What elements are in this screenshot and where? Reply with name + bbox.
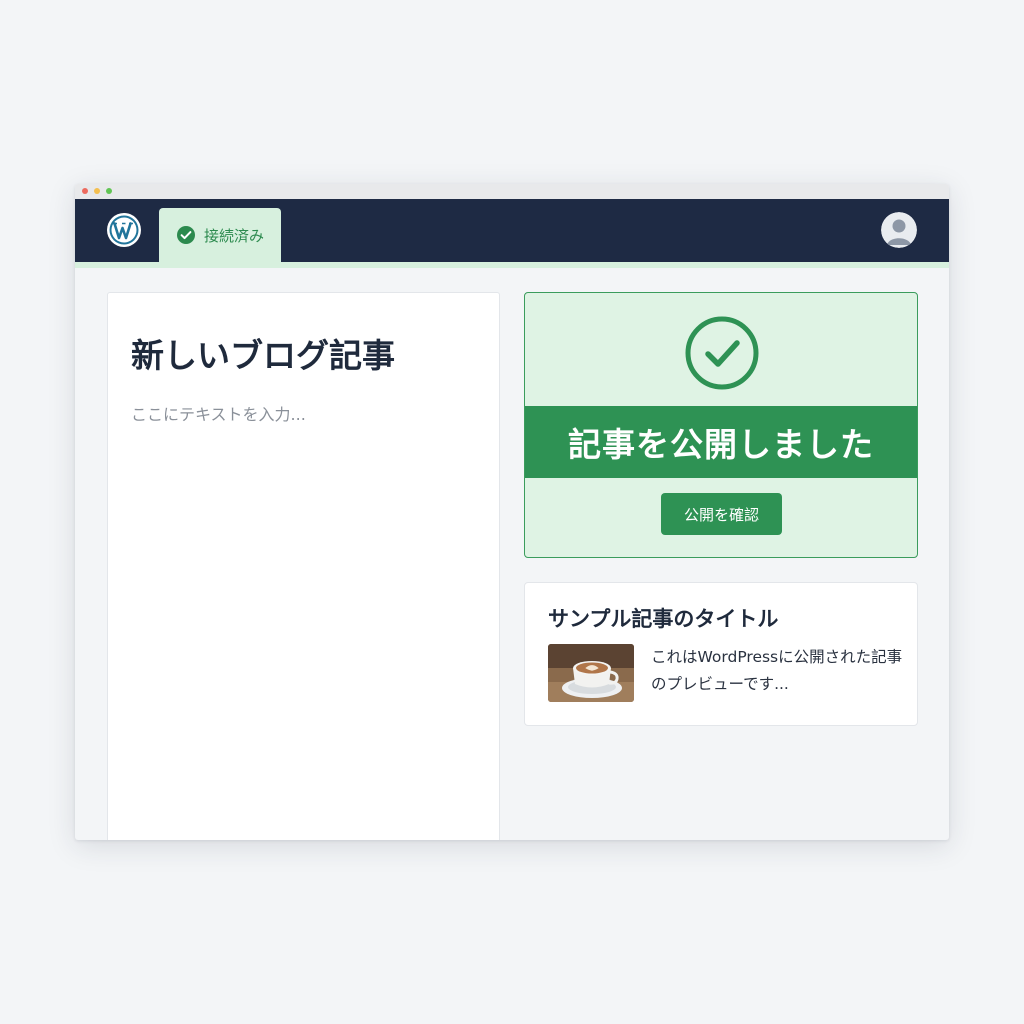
window-chrome [75, 184, 949, 199]
check-circle-icon [685, 316, 759, 390]
close-window-button[interactable] [82, 188, 88, 194]
latte-coffee-cup-image [548, 644, 634, 702]
publish-success-banner: 記事を公開しました [525, 406, 917, 478]
post-preview-title[interactable]: サンプル記事のタイトル [548, 603, 778, 633]
publish-success-card: 記事を公開しました 公開を確認 [524, 292, 918, 558]
post-body-input[interactable]: ここにテキストを入力... [131, 401, 306, 425]
minimize-window-button[interactable] [94, 188, 100, 194]
post-editor-panel[interactable]: 新しいブログ記事 ここにテキストを入力... [107, 292, 500, 840]
maximize-window-button[interactable] [106, 188, 112, 194]
tab-connected-status[interactable]: 接続済み [159, 208, 281, 262]
post-preview-card[interactable]: サンプル記事のタイトル これはWordPressに公開された記事のプレビューです… [524, 582, 918, 726]
user-avatar-icon[interactable] [881, 212, 917, 248]
check-circle-icon [176, 226, 195, 244]
top-bar: 接続済み [75, 199, 949, 262]
connected-indicator-strip [75, 262, 949, 268]
post-preview-excerpt: これはWordPressに公開された記事のプレビューです... [651, 648, 903, 693]
confirm-publish-button[interactable]: 公開を確認 [661, 493, 782, 535]
post-title-input[interactable]: 新しいブログ記事 [131, 329, 395, 377]
publish-success-message: 記事を公開しました [568, 425, 874, 464]
connected-status-label: 接続済み [203, 226, 264, 245]
wordpress-logo-icon[interactable] [106, 212, 142, 248]
browser-window: 接続済み 新しいブログ記事 ここにテキストを入力... 記事を公開しました 公開… [75, 184, 949, 840]
